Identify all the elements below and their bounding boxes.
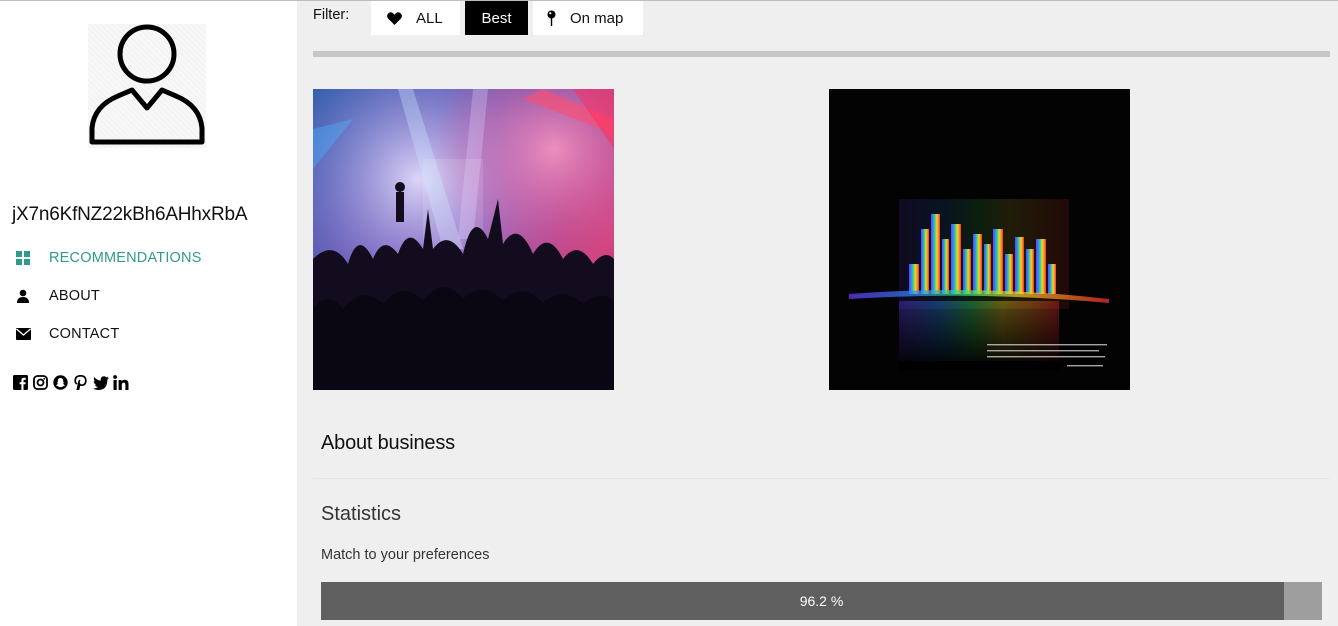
avatar [88, 24, 206, 148]
linkedin-icon[interactable] [112, 374, 129, 391]
heart-icon [387, 11, 402, 25]
filter-on-map-label: On map [570, 9, 624, 27]
match-progress-text: 96.2 % [799, 593, 844, 609]
sidebar: jX7n6KfNZ22kBh6AHhxRbA RECOMMENDATIONS A… [0, 1, 297, 626]
recommendation-photo-concert[interactable] [313, 89, 614, 390]
social-links [12, 374, 129, 391]
about-business-title: About business [321, 432, 455, 454]
about-divider [313, 478, 1330, 479]
instagram-icon[interactable] [32, 374, 49, 391]
filter-all-label: ALL [416, 9, 443, 27]
match-preferences-label: Match to your preferences [321, 547, 490, 563]
nav-contact-label: CONTACT [49, 326, 120, 342]
filter-on-map-button[interactable]: On map [533, 1, 643, 35]
nav-recommendations-label: RECOMMENDATIONS [49, 250, 202, 266]
grid-icon [15, 250, 31, 266]
map-pin-icon [547, 10, 556, 26]
twitter-icon[interactable] [92, 374, 109, 391]
match-progress-bar: 96.2 % [321, 582, 1322, 620]
nav-recommendations[interactable]: RECOMMENDATIONS [15, 247, 202, 269]
recommendation-photo-city[interactable] [829, 89, 1130, 390]
profile-username: jX7n6KfNZ22kBh6AHhxRbA [12, 204, 248, 225]
facebook-icon[interactable] [12, 374, 29, 391]
nav-about[interactable]: ABOUT [15, 285, 100, 307]
user-outline-icon [89, 24, 205, 145]
filter-divider [313, 51, 1330, 57]
main-content: Filter: ALL Best On map About business S… [297, 1, 1338, 626]
snapchat-icon[interactable] [52, 374, 69, 391]
nav-about-label: ABOUT [49, 288, 100, 304]
nav-contact[interactable]: CONTACT [15, 323, 119, 345]
filter-label: Filter: [313, 7, 350, 23]
filter-best-label: Best [481, 9, 512, 27]
filter-best-button[interactable]: Best [465, 1, 528, 35]
pinterest-icon[interactable] [72, 374, 89, 391]
envelope-icon [15, 326, 31, 342]
filter-all-button[interactable]: ALL [371, 1, 460, 35]
statistics-title: Statistics [321, 503, 402, 525]
user-icon [15, 288, 31, 304]
